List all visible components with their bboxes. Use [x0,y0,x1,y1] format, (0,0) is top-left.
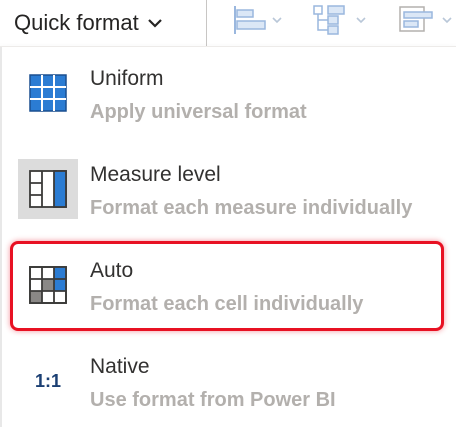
menu-item-description: Format each measure individually [90,197,413,219]
menu-item-description: Format each cell individually [90,293,364,315]
quick-format-button[interactable]: Quick format [0,0,200,46]
menu-item-measure-level[interactable]: Measure level Format each measure indivi… [0,143,456,237]
quick-format-label: Quick format [14,10,139,35]
hierarchy-button[interactable] [312,2,367,38]
layout-icon [399,6,433,32]
toolbar: Quick format [0,0,456,46]
chevron-down-icon [356,17,366,24]
menu-item-description: Use format from Power BI [90,389,336,411]
menu-item-uniform[interactable]: Uniform Apply universal format [0,47,456,141]
page: Quick format Uniform Apply universal for… [0,0,456,427]
align-left-icon [234,6,266,34]
menu-item-auto[interactable]: Auto Format each cell individually [0,239,456,333]
layout-button[interactable] [398,2,453,38]
ratio-icon: 1:1 [18,351,78,411]
measure-columns-icon [18,159,78,219]
uniform-grid-icon [18,63,78,123]
align-left-button[interactable] [232,2,283,38]
menu-item-title: Measure level [90,163,221,186]
auto-grid-icon [18,255,78,315]
chevron-down-icon [147,19,162,28]
chevron-down-icon [272,17,282,24]
menu-item-title: Native [90,355,150,378]
hierarchy-icon [313,5,345,35]
menu-item-title: Uniform [90,67,164,90]
toolbar-divider [206,0,207,46]
menu-item-title: Auto [90,259,134,282]
menu-item-native[interactable]: 1:1 Native Use format from Power BI [0,335,456,427]
ratio-icon-text: 1:1 [34,370,61,391]
quick-format-dropdown: Uniform Apply universal format Measure l… [0,46,456,427]
chevron-down-icon [442,17,452,24]
menu-item-description: Apply universal format [90,101,307,123]
